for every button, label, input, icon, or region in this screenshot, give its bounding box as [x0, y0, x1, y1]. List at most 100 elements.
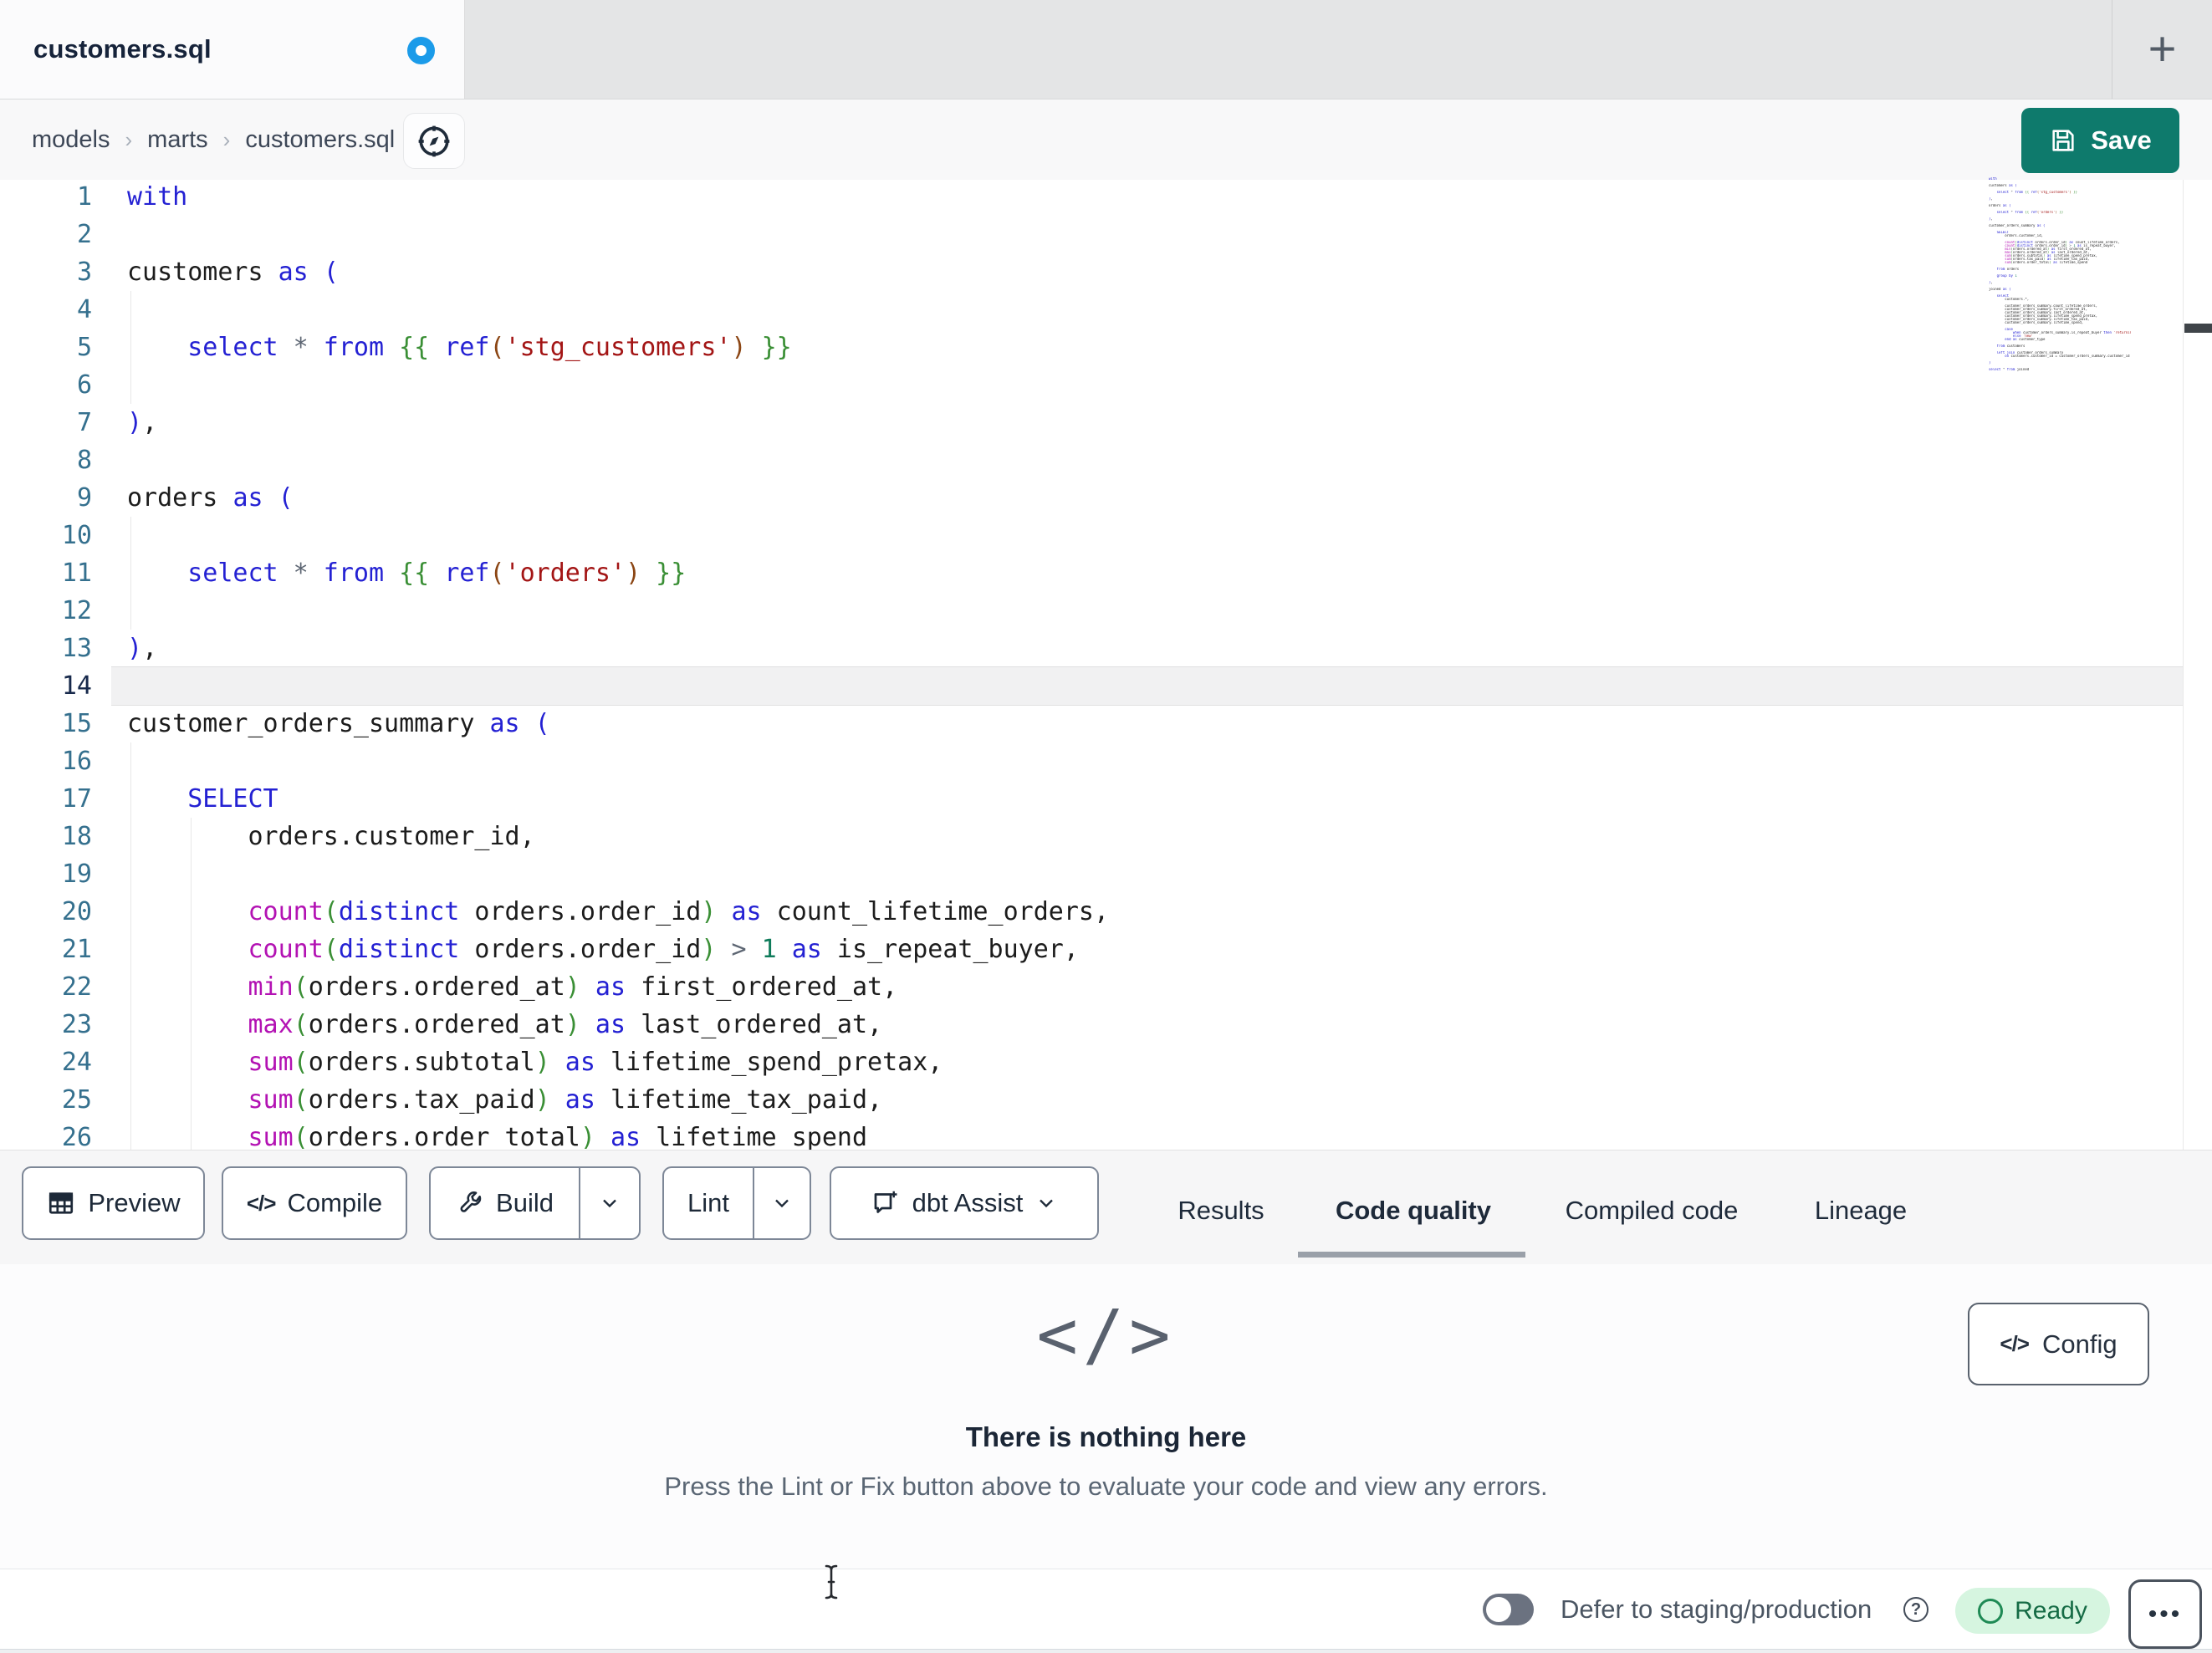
line-number[interactable]: 16 — [0, 742, 92, 780]
navigate-compass-button[interactable] — [403, 113, 465, 169]
line-content[interactable]: sum(orders.subtotal) as lifetime_spend_p… — [111, 1043, 2183, 1081]
line-content[interactable]: SELECT — [111, 780, 2183, 818]
line-number[interactable]: 2 — [0, 216, 92, 253]
new-tab-button[interactable]: + — [2131, 15, 2194, 82]
code-line-7[interactable]: 7), — [0, 404, 2183, 441]
preview-button[interactable]: Preview — [22, 1166, 205, 1240]
line-number[interactable]: 11 — [0, 554, 92, 592]
code-line-24[interactable]: 24 sum(orders.subtotal) as lifetime_spen… — [0, 1043, 2183, 1081]
tab-compiled-code[interactable]: Compiled code — [1551, 1190, 1752, 1232]
line-content[interactable] — [111, 517, 2183, 554]
code-line-22[interactable]: 22 min(orders.ordered_at) as first_order… — [0, 968, 2183, 1006]
code-line-23[interactable]: 23 max(orders.ordered_at) as last_ordere… — [0, 1006, 2183, 1043]
line-number[interactable]: 7 — [0, 404, 92, 441]
line-number[interactable]: 14 — [0, 667, 92, 705]
tab-customers-sql[interactable]: customers.sql — [0, 0, 465, 99]
code-line-18[interactable]: 18 orders.customer_id, — [0, 818, 2183, 855]
build-dropdown-button[interactable] — [580, 1191, 639, 1215]
line-content[interactable]: count(distinct orders.order_id) > 1 as i… — [111, 931, 2183, 968]
code-line-12[interactable]: 12 — [0, 592, 2183, 630]
line-number[interactable]: 4 — [0, 291, 92, 329]
line-number[interactable]: 15 — [0, 705, 92, 742]
line-content[interactable] — [111, 855, 2183, 893]
line-number[interactable]: 8 — [0, 441, 92, 479]
save-button[interactable]: Save — [2021, 108, 2179, 173]
breadcrumb-item-file[interactable]: customers.sql — [245, 126, 395, 154]
tab-lineage[interactable]: Lineage — [1806, 1190, 1915, 1232]
line-content[interactable]: max(orders.ordered_at) as last_ordered_a… — [111, 1006, 2183, 1043]
line-content[interactable] — [111, 667, 2183, 705]
line-content[interactable]: ), — [111, 404, 2183, 441]
line-number[interactable]: 25 — [0, 1081, 92, 1119]
breadcrumb-item-models[interactable]: models — [32, 126, 110, 154]
line-content[interactable]: orders.customer_id, — [111, 818, 2183, 855]
code-line-6[interactable]: 6 — [0, 366, 2183, 404]
code-rows[interactable]: 1 with 2 3 customers as (4 5 select * from {{… — [0, 178, 2183, 1156]
line-number[interactable]: 24 — [0, 1043, 92, 1081]
line-content[interactable]: min(orders.ordered_at) as first_ordered_… — [111, 968, 2183, 1006]
line-content[interactable] — [111, 216, 2183, 253]
code-line-16[interactable]: 16 — [0, 742, 2183, 780]
line-number[interactable]: 22 — [0, 968, 92, 1006]
code-line-19[interactable]: 19 — [0, 855, 2183, 893]
line-content[interactable] — [111, 291, 2183, 329]
code-line-8[interactable]: 8 — [0, 441, 2183, 479]
code-editor[interactable]: 1 with 2 3 customers as (4 5 select * from {{… — [0, 177, 2212, 1152]
ready-status-badge[interactable]: Ready — [1955, 1588, 2110, 1634]
config-button[interactable]: </> Config — [1968, 1303, 2149, 1385]
dbt-assist-button[interactable]: dbt Assist — [830, 1166, 1099, 1240]
line-number[interactable]: 13 — [0, 630, 92, 667]
code-line-2[interactable]: 2 — [0, 216, 2183, 253]
compile-button[interactable]: </> Compile — [222, 1166, 407, 1240]
code-line-17[interactable]: 17 SELECT — [0, 780, 2183, 818]
line-number[interactable]: 3 — [0, 253, 92, 291]
line-content[interactable] — [111, 441, 2183, 479]
code-line-10[interactable]: 10 — [0, 517, 2183, 554]
line-number[interactable]: 6 — [0, 366, 92, 404]
line-number[interactable]: 9 — [0, 479, 92, 517]
code-line-9[interactable]: 9 orders as ( — [0, 479, 2183, 517]
line-content[interactable]: select * from {{ ref('stg_customers') }} — [111, 329, 2183, 366]
line-content[interactable]: orders as ( — [111, 479, 2183, 517]
tab-results[interactable]: Results — [1167, 1190, 1275, 1232]
more-options-button[interactable]: ••• — [2128, 1579, 2202, 1649]
line-content[interactable]: customer_orders_summary as ( — [111, 705, 2183, 742]
line-number[interactable]: 21 — [0, 931, 92, 968]
defer-toggle[interactable] — [1483, 1594, 1534, 1625]
build-split-button[interactable]: Build — [429, 1166, 641, 1240]
line-number[interactable]: 17 — [0, 780, 92, 818]
line-content[interactable] — [111, 742, 2183, 780]
line-content[interactable] — [111, 592, 2183, 630]
code-line-15[interactable]: 15 customer_orders_summary as ( — [0, 705, 2183, 742]
line-number[interactable]: 10 — [0, 517, 92, 554]
code-line-3[interactable]: 3 customers as ( — [0, 253, 2183, 291]
build-main[interactable]: Build — [431, 1188, 579, 1218]
code-line-25[interactable]: 25 sum(orders.tax_paid) as lifetime_tax_… — [0, 1081, 2183, 1119]
scrollbar-thumb[interactable] — [2184, 324, 2212, 333]
minimap[interactable]: with customers as ( select * from {{ ref(… — [1989, 177, 2131, 371]
code-line-11[interactable]: 11 select * from {{ ref('orders') }} — [0, 554, 2183, 592]
line-content[interactable]: with — [111, 178, 2183, 216]
code-line-20[interactable]: 20 count(distinct orders.order_id) as co… — [0, 893, 2183, 931]
line-content[interactable]: ), — [111, 630, 2183, 667]
code-line-13[interactable]: 13), — [0, 630, 2183, 667]
line-number[interactable]: 12 — [0, 592, 92, 630]
line-number[interactable]: 5 — [0, 329, 92, 366]
line-number[interactable]: 23 — [0, 1006, 92, 1043]
breadcrumb-item-marts[interactable]: marts — [147, 126, 208, 154]
code-line-21[interactable]: 21 count(distinct orders.order_id) > 1 a… — [0, 931, 2183, 968]
line-number[interactable]: 20 — [0, 893, 92, 931]
lint-dropdown-button[interactable] — [754, 1191, 810, 1215]
code-line-14[interactable]: 14 — [0, 667, 2183, 705]
line-content[interactable]: sum(orders.tax_paid) as lifetime_tax_pai… — [111, 1081, 2183, 1119]
code-line-4[interactable]: 4 — [0, 291, 2183, 329]
help-icon[interactable]: ? — [1903, 1597, 1928, 1622]
code-line-5[interactable]: 5 select * from {{ ref('stg_customers') … — [0, 329, 2183, 366]
line-number[interactable]: 18 — [0, 818, 92, 855]
line-content[interactable] — [111, 366, 2183, 404]
lint-split-button[interactable]: Lint — [662, 1166, 811, 1240]
line-content[interactable]: count(distinct orders.order_id) as count… — [111, 893, 2183, 931]
tab-code-quality[interactable]: Code quality — [1326, 1190, 1501, 1232]
line-content[interactable]: customers as ( — [111, 253, 2183, 291]
code-line-1[interactable]: 1 with — [0, 178, 2183, 216]
